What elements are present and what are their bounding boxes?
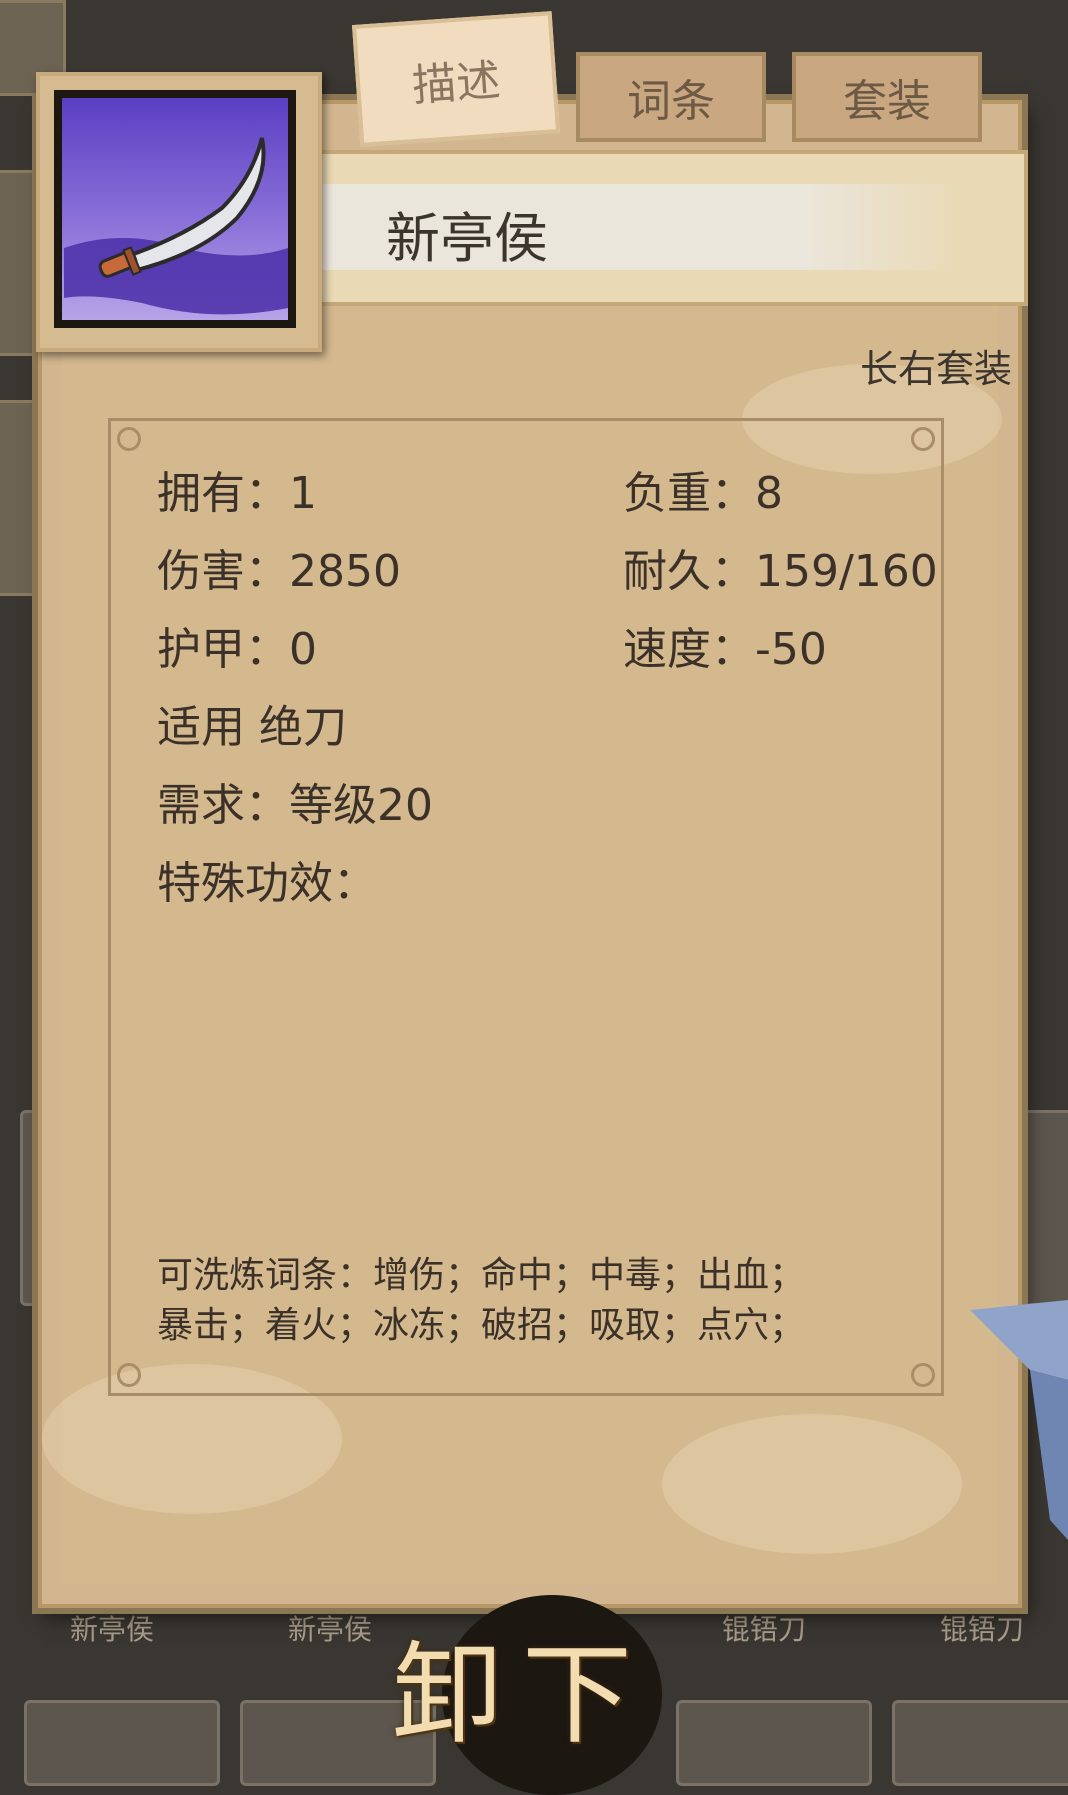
stat-speed: 速度：-50 xyxy=(623,624,827,675)
bg-slot xyxy=(24,1700,220,1786)
bg-tab xyxy=(0,400,36,596)
unequip-button[interactable]: 卸下 xyxy=(382,1575,692,1795)
bg-slot xyxy=(1020,1110,1068,1306)
item-name-bar: 新亭侯 xyxy=(312,150,1028,306)
reroll-line: 暴击；着火；冰冻；破招；吸取；点穴； xyxy=(157,1305,806,1346)
item-icon-background xyxy=(62,98,288,320)
tab-description[interactable]: 描述 xyxy=(351,11,561,147)
tab-affixes-label: 词条 xyxy=(627,76,715,127)
tab-description-label: 描述 xyxy=(410,54,502,112)
cloud-decoration xyxy=(662,1414,962,1554)
stat-durability: 耐久：159/160 xyxy=(623,546,938,597)
reroll-line: 可洗炼词条：增伤；命中；中毒；出血； xyxy=(157,1255,806,1296)
bg-item-label[interactable]: 锟铻刀 xyxy=(722,1608,806,1648)
item-icon-inner xyxy=(54,90,296,328)
stat-requirement: 需求：等级20 xyxy=(157,780,433,831)
stat-weight: 负重：8 xyxy=(623,468,783,519)
blade-icon xyxy=(64,137,288,315)
tab-set-label: 套装 xyxy=(843,76,931,127)
corner-ornament xyxy=(911,427,935,451)
bg-item-label[interactable]: 新亭侯 xyxy=(70,1608,154,1648)
corner-ornament xyxy=(911,1363,935,1387)
bg-slot xyxy=(676,1700,872,1786)
bg-item-label[interactable]: 锟铻刀 xyxy=(940,1608,1024,1648)
unequip-label: 卸下 xyxy=(392,1631,652,1759)
paper-crane-icon xyxy=(970,1300,1068,1540)
reroll-affixes: 可洗炼词条：增伤；命中；中毒；出血； 暴击；着火；冰冻；破招；吸取；点穴； xyxy=(157,1251,805,1351)
set-name: 长右套装 xyxy=(859,347,1012,391)
stat-applicable: 适用 绝刀 xyxy=(157,702,347,753)
stat-owned: 拥有：1 xyxy=(157,468,317,519)
stat-damage: 伤害：2850 xyxy=(157,546,401,597)
bg-item-label[interactable]: 新亭侯 xyxy=(288,1608,372,1648)
item-icon-frame xyxy=(36,72,322,352)
corner-ornament xyxy=(117,427,141,451)
stats-box: 拥有：1 负重：8 伤害：2850 耐久：159/160 护甲：0 速度：-50… xyxy=(108,418,944,1396)
item-name: 新亭侯 xyxy=(386,207,548,270)
tab-set[interactable]: 套装 xyxy=(792,52,982,142)
tab-affixes[interactable]: 词条 xyxy=(576,52,766,142)
stat-special: 特殊功效： xyxy=(157,858,377,909)
corner-ornament xyxy=(117,1363,141,1387)
bg-tab xyxy=(0,170,36,356)
bg-slot xyxy=(892,1700,1068,1786)
stat-armor: 护甲：0 xyxy=(157,624,317,675)
